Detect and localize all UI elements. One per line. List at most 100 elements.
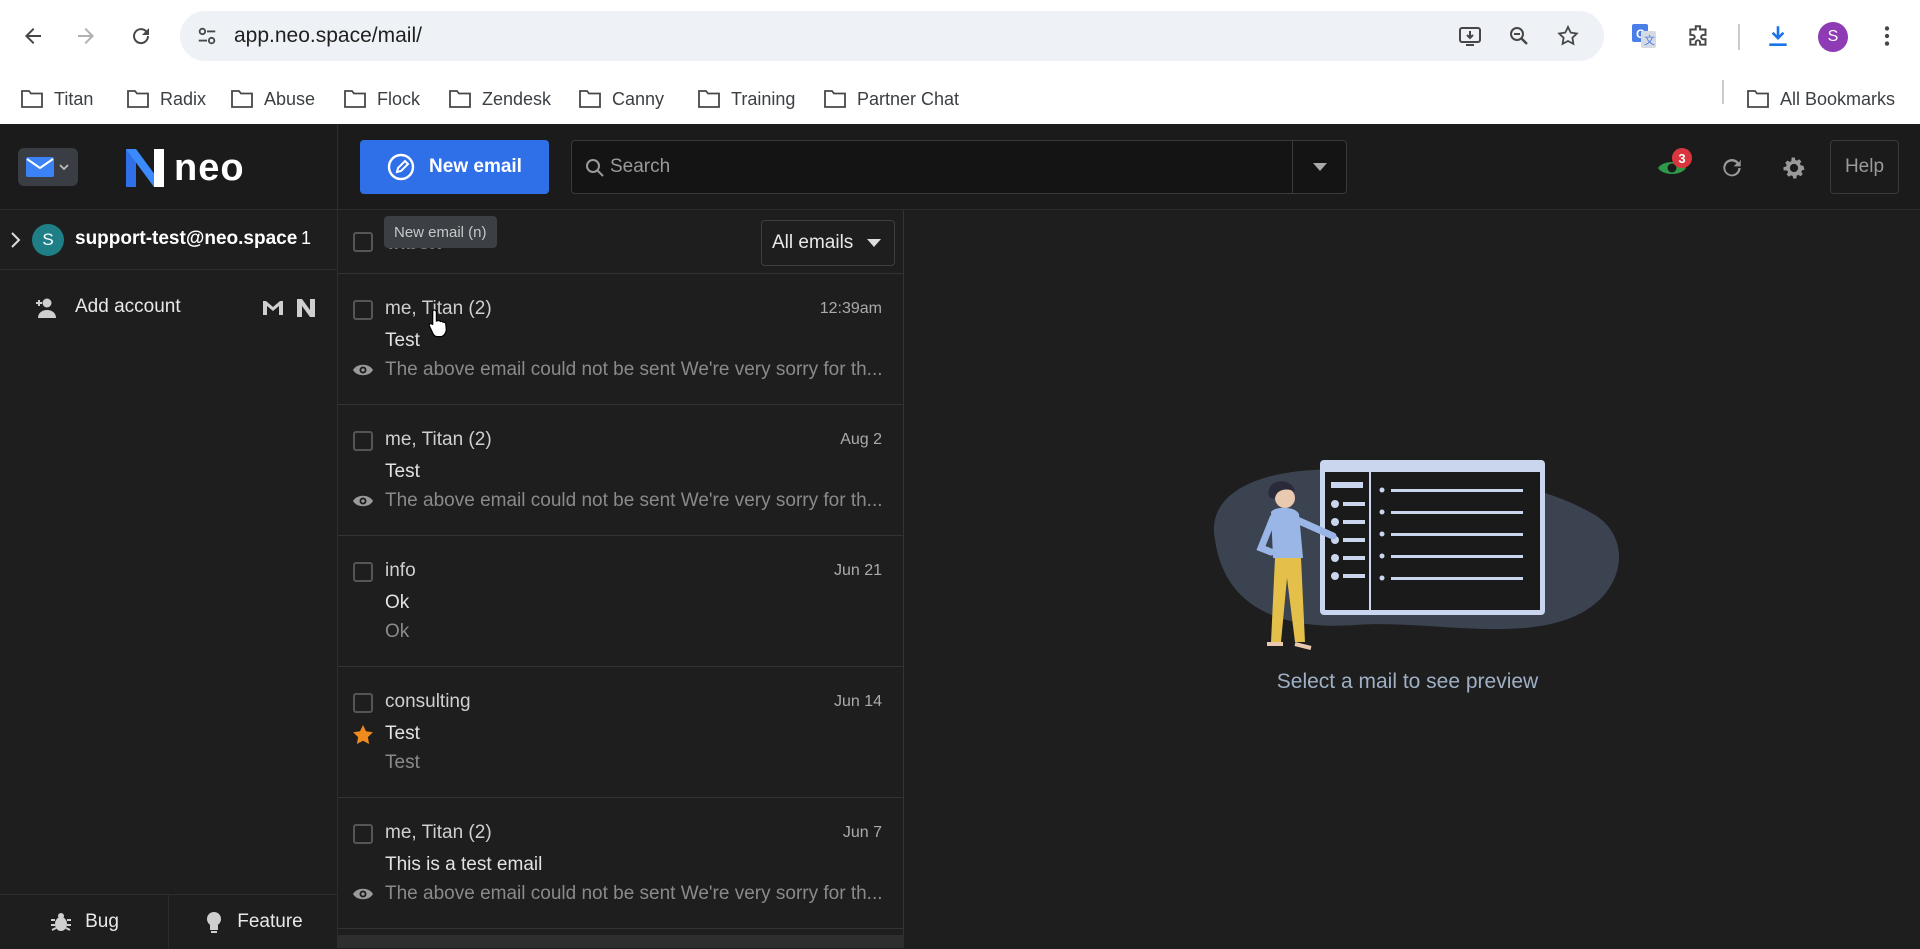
bookmark-star-icon[interactable] <box>1555 23 1581 49</box>
email-date: Aug 2 <box>840 431 882 448</box>
browser-chrome: app.neo.space/mail/ G文 S Titan Radix Abu… <box>0 0 1920 124</box>
email-checkbox[interactable] <box>353 431 373 451</box>
neo-icon[interactable] <box>294 296 318 320</box>
bug-label: Bug <box>85 911 119 932</box>
feature-button[interactable]: Feature <box>169 895 337 949</box>
feedback-bar: Bug Feature <box>0 894 337 949</box>
add-person-icon <box>36 298 56 318</box>
hand-cursor-icon <box>428 309 447 338</box>
bookmark-zendesk[interactable]: Zendesk <box>448 84 551 114</box>
email-checkbox[interactable] <box>353 693 373 713</box>
email-row[interactable]: info Jun 21 Ok Ok <box>338 536 904 667</box>
app-topbar: neo New email 3 Help <box>0 124 1920 210</box>
email-sender: me, Titan (2) <box>385 822 492 843</box>
email-subject: Test <box>385 330 420 351</box>
folder-icon <box>344 90 366 108</box>
browser-menu-icon[interactable] <box>1867 16 1907 56</box>
lightbulb-icon <box>207 912 222 933</box>
reload-icon <box>133 28 150 45</box>
back-arrow-icon <box>25 28 41 44</box>
bookmarks-separator <box>1722 80 1724 104</box>
email-row[interactable]: consulting Jun 14 Test Test <box>338 667 904 798</box>
all-bookmarks[interactable]: All Bookmarks <box>1746 84 1895 114</box>
email-list: Inbox All emails me, Titan (2) 12:39am T… <box>338 210 904 948</box>
bookmark-radix[interactable]: Radix <box>126 84 206 114</box>
bookmark-label: Flock <box>377 88 421 109</box>
settings-button[interactable] <box>1776 150 1812 186</box>
neo-logo-icon <box>126 149 164 187</box>
filter-value: All emails <box>772 232 854 253</box>
email-checkbox[interactable] <box>353 562 373 582</box>
forward-arrow-icon <box>78 28 94 44</box>
email-preview: The above email could not be sent We're … <box>385 490 883 511</box>
eye-icon <box>353 888 373 900</box>
compose-icon <box>387 153 415 181</box>
url-text[interactable]: app.neo.space/mail/ <box>234 24 422 48</box>
folder-icon <box>127 90 149 108</box>
bookmark-training[interactable]: Training <box>697 84 795 114</box>
star-icon[interactable] <box>351 723 375 747</box>
gmail-icon[interactable] <box>261 296 285 320</box>
folder-icon <box>579 90 601 108</box>
reload-button[interactable] <box>121 16 161 56</box>
list-scroll-edge <box>338 935 904 948</box>
email-checkbox[interactable] <box>353 824 373 844</box>
install-app-icon[interactable] <box>1457 23 1483 49</box>
app-switcher[interactable] <box>18 148 78 186</box>
email-row[interactable]: me, Titan (2) 12:39am Test The above ema… <box>338 274 904 405</box>
zoom-icon[interactable] <box>1506 23 1532 49</box>
profile-avatar[interactable]: S <box>1818 22 1848 52</box>
preview-pane: Select a mail to see preview <box>905 210 1920 948</box>
bookmark-titan[interactable]: Titan <box>20 84 93 114</box>
search-bar[interactable] <box>571 140 1347 194</box>
bookmark-label: Partner Chat <box>857 88 960 109</box>
eye-icon <box>353 364 373 376</box>
email-preview: Test <box>385 752 420 773</box>
select-all-checkbox[interactable] <box>353 232 373 252</box>
email-subject: Ok <box>385 592 410 613</box>
back-button[interactable] <box>13 16 53 56</box>
bookmark-canny[interactable]: Canny <box>578 84 664 114</box>
email-checkbox[interactable] <box>353 300 373 320</box>
toolbar-separator <box>1738 24 1740 50</box>
email-row[interactable]: me, Titan (2) Jun 7 This is a test email… <box>338 798 904 929</box>
bookmark-flock[interactable]: Flock <box>343 84 420 114</box>
help-button[interactable]: Help <box>1830 140 1899 194</box>
new-email-button[interactable]: New email <box>360 140 549 194</box>
account-row[interactable]: S support-test@neo.space 1 <box>0 210 337 270</box>
search-icon <box>586 159 604 177</box>
refresh-button[interactable] <box>1714 150 1750 186</box>
email-date: 12:39am <box>819 300 882 317</box>
logo-text: neo <box>174 146 245 189</box>
email-preview: The above email could not be sent We're … <box>385 883 883 904</box>
email-preview: Ok <box>385 621 410 642</box>
bug-button[interactable]: Bug <box>0 895 168 949</box>
gear-icon <box>1783 157 1805 179</box>
folder-icon <box>824 90 846 108</box>
bookmark-abuse[interactable]: Abuse <box>230 84 315 114</box>
add-account-button[interactable]: Add account <box>0 284 337 330</box>
email-subject: Test <box>385 723 420 744</box>
folder-icon <box>1747 90 1769 108</box>
chevron-right-icon[interactable] <box>6 228 26 252</box>
forward-button[interactable] <box>66 16 106 56</box>
search-options-button[interactable] <box>1292 141 1346 193</box>
email-filter-dropdown[interactable]: All emails <box>761 220 895 266</box>
downloads-icon[interactable] <box>1758 16 1798 56</box>
account-email: support-test@neo.space <box>75 228 298 249</box>
google-translate-icon[interactable]: G文 <box>1624 16 1664 56</box>
address-bar[interactable]: app.neo.space/mail/ <box>180 11 1604 61</box>
extensions-puzzle-icon[interactable] <box>1679 16 1719 56</box>
bookmark-label: Titan <box>54 88 94 109</box>
email-row[interactable]: me, Titan (2) Aug 2 Test The above email… <box>338 405 904 536</box>
new-email-tooltip: New email (n) <box>384 216 497 248</box>
email-date: Jun 7 <box>842 824 882 841</box>
search-input[interactable] <box>610 149 1250 185</box>
site-info-icon[interactable] <box>194 23 220 49</box>
neo-mail-app: neo New email 3 Help <box>0 124 1920 949</box>
feature-label: Feature <box>237 911 303 932</box>
chevron-down-icon <box>59 164 69 171</box>
bookmark-partner-chat[interactable]: Partner Chat <box>823 84 959 114</box>
all-bookmarks-label: All Bookmarks <box>1780 88 1896 109</box>
email-subject: Test <box>385 461 420 482</box>
